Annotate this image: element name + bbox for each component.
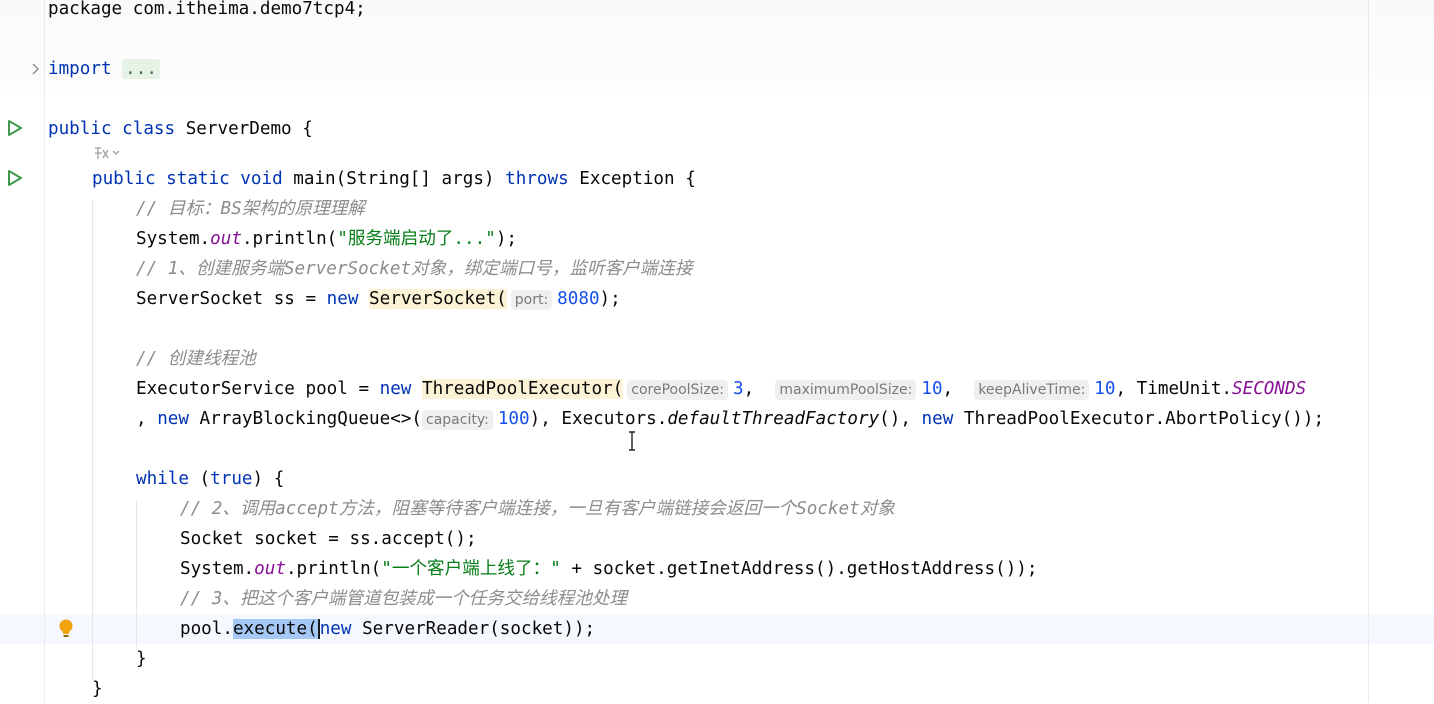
code-line-pool-2[interactable]: , new ArrayBlockingQueue<>(capacity: 100)… [136,404,1324,434]
server-socket-ctor: ServerSocket( [369,289,507,309]
run-icon[interactable] [6,119,24,137]
code-line-while[interactable]: while (true) { [136,464,284,494]
separator: , [743,379,755,399]
default-thread-factory-call: defaultThreadFactory [667,409,880,429]
code-line-comment-step1[interactable]: // 1、创建服务端ServerSocket对象，绑定端口号，监听客户端连接 [136,254,693,284]
brace-close: } [136,649,147,669]
param-hint-port: port: [510,290,553,310]
folded-imports[interactable]: ... [122,59,160,79]
code-line-accept[interactable]: Socket socket = ss.accept(); [180,524,477,554]
thread-pool-ctor: ThreadPoolExecutor( [422,379,624,399]
print-prefix: System. [136,229,211,249]
code-line-print-start[interactable]: System.out.println("服务端启动了..."); [136,224,517,254]
time-unit-ref: , TimeUnit. [1115,379,1233,399]
pool-decl: ExecutorService pool = [136,379,380,399]
code-line-print-client[interactable]: System.out.println("一个客户端上线了：" + socket.… [180,554,1037,584]
class-name: ServerDemo { [185,119,313,139]
param-hint-capacity: capacity: [422,410,493,430]
new-keyword: new [326,289,359,309]
ai-assist-icon[interactable] [92,144,122,164]
code-line-execute[interactable]: pool.execute(new ServerReader(socket)); [180,614,595,644]
code-line-comment-pool[interactable]: // 创建线程池 [136,344,256,374]
comment-step1: // 1、创建服务端ServerSocket对象，绑定端口号，监听客户端连接 [136,259,693,279]
separator: , [942,379,954,399]
server-socket-decl: ServerSocket ss = [136,289,327,309]
main-exception: Exception { [579,169,696,189]
print-prefix: System. [180,559,255,579]
call-parens: (), [879,409,922,429]
capacity-value: 100 [497,409,530,429]
new-keyword: new [379,379,412,399]
throws-keyword: throws [505,169,569,189]
host-address-expr: + socket.getInetAddress().getHostAddress… [560,559,1038,579]
comment-goal: // 目标：BS架构的原理理解 [136,199,365,219]
indent-guide [136,500,137,650]
blocking-queue-ctor: ArrayBlockingQueue<>( [188,409,423,429]
main-modifiers: public static void [92,169,283,189]
println-call: .println( [241,229,338,249]
comment-pool: // 创建线程池 [136,349,256,369]
statement-end: ); [599,289,621,309]
comment-step2: // 2、调用accept方法，阻塞等待客户端连接，一旦有客户端链接会返回一个S… [180,499,895,519]
brace-open: ) { [252,469,285,489]
code-line-close-while[interactable]: } [136,644,147,674]
out-field: out [210,229,242,249]
code-line-comment-goal[interactable]: // 目标：BS架构的原理理解 [136,194,365,224]
seconds-field: SECONDS [1232,379,1307,399]
core-pool-size-value: 3 [733,379,744,399]
new-keyword: new [317,619,352,639]
run-icon[interactable] [6,169,24,187]
executors-ref: ), Executors. [529,409,668,429]
while-keyword: while [136,469,189,489]
code-line-import[interactable]: import ... [48,54,160,84]
abort-policy-ctor: ThreadPoolExecutor.AbortPolicy()); [953,409,1325,429]
keep-alive-value: 10 [1094,379,1116,399]
new-keyword: new [157,409,189,429]
statement-end: ); [495,229,517,249]
string-literal: "一个客户端上线了：" [381,559,561,579]
lightbulb-icon[interactable] [58,618,74,640]
paren-open: ( [188,469,211,489]
println-call: .println( [285,559,382,579]
code-line-pool-1[interactable]: ExecutorService pool = new ThreadPoolExe… [136,374,1306,404]
param-hint-core-pool-size: corePoolSize: [627,380,729,400]
code-line-class[interactable]: public class ServerDemo { [48,114,313,144]
param-hint-keep-alive-time: keepAliveTime: [974,380,1090,400]
code-line-package[interactable]: package com.itheima.demo7tcp4; [48,0,366,24]
execute-selection[interactable]: execute( [232,619,318,639]
code-line-comment-step2[interactable]: // 2、调用accept方法，阻塞等待客户端连接，一旦有客户端链接会返回一个S… [180,494,895,524]
code-editor[interactable]: package com.itheima.demo7tcp4; import ..… [0,0,1434,702]
out-field: out [254,559,286,579]
string-literal: "服务端启动了..." [337,229,496,249]
code-line-comment-step3[interactable]: // 3、把这个客户端管道包装成一个任务交给线程池处理 [180,584,627,614]
accept-statement: Socket socket = ss.accept(); [180,529,477,549]
max-pool-size-value: 10 [921,379,943,399]
right-margin-guide [1368,0,1369,702]
separator: , [136,409,158,429]
code-line-server-socket[interactable]: ServerSocket ss = new ServerSocket(port:… [136,284,621,314]
new-keyword: new [921,409,954,429]
port-value: 8080 [557,289,600,309]
indent-guide [92,200,93,680]
param-hint-maximum-pool-size: maximumPoolSize: [775,380,917,400]
package-text: package com.itheima.demo7tcp4; [48,0,366,19]
code-line-main[interactable]: public static void main(String[] args) t… [92,164,696,194]
code-line-close-main[interactable]: } [92,674,103,704]
class-keywords: public class [48,119,176,139]
comment-step3: // 3、把这个客户端管道包装成一个任务交给线程池处理 [180,589,628,609]
true-keyword: true [210,469,253,489]
server-reader-ctor: ServerReader(socket)); [351,619,596,639]
brace-close: } [92,679,103,699]
main-signature: main(String[] args) [293,169,495,189]
pool-ref: pool. [180,619,233,639]
fold-arrow-icon[interactable] [30,60,42,78]
gutter-separator [44,0,45,702]
import-keyword: import [48,59,112,79]
